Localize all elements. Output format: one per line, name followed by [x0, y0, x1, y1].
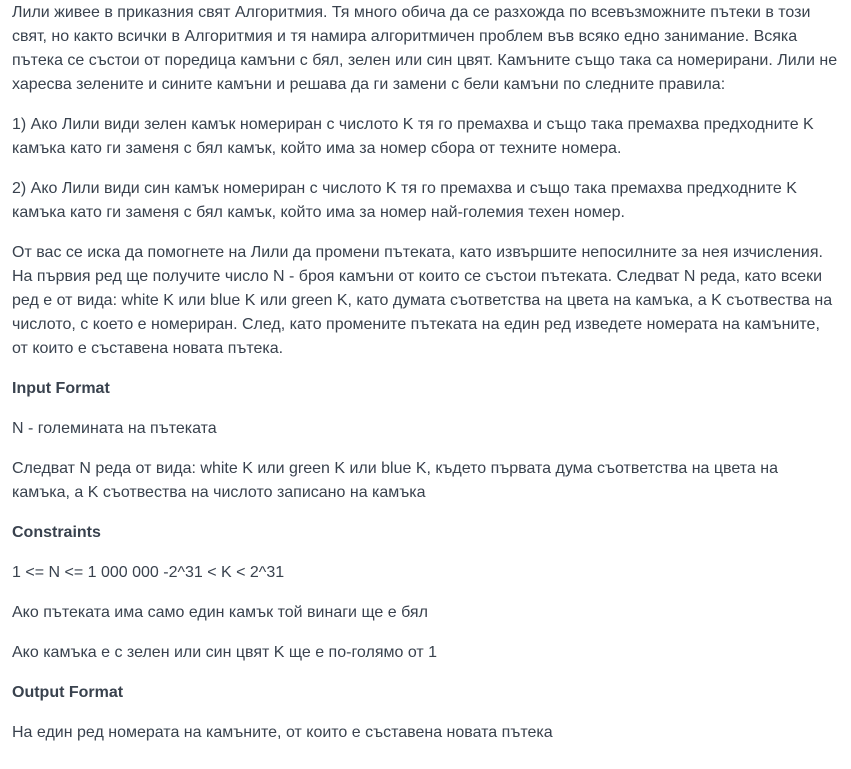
rule-blue-stone: 2) Ако Лили види син камък номериран с ч… — [12, 180, 797, 221]
output-format-line-1: На един ред номерата на камъните, от кои… — [12, 724, 553, 741]
statement-intro: Лили живее в приказния свят Алгоритмия. … — [12, 4, 838, 93]
input-format-line-1: N - големината на пътеката — [12, 420, 217, 437]
constraints-heading: Constraints — [12, 524, 101, 541]
rule-green-stone: 1) Ако Лили види зелен камък номериран с… — [12, 116, 814, 157]
constraints-line-3: Ако камъка е с зелен или син цвят K ще е… — [12, 644, 438, 661]
constraints-line-1: 1 <= N <= 1 000 000 -2^31 < K < 2^31 — [12, 564, 285, 581]
input-format-line-2: Следват N реда от вида: white K или gree… — [12, 460, 778, 501]
output-format-heading: Output Format — [12, 684, 124, 701]
problem-statement: Лили живее в приказния свят Алгоритмия. … — [0, 1, 851, 745]
constraints-line-2: Ако пътеката има само един камък той вин… — [12, 604, 428, 621]
input-format-heading: Input Format — [12, 380, 110, 397]
task-description: От вас се иска да помогнете на Лили да п… — [12, 244, 833, 357]
